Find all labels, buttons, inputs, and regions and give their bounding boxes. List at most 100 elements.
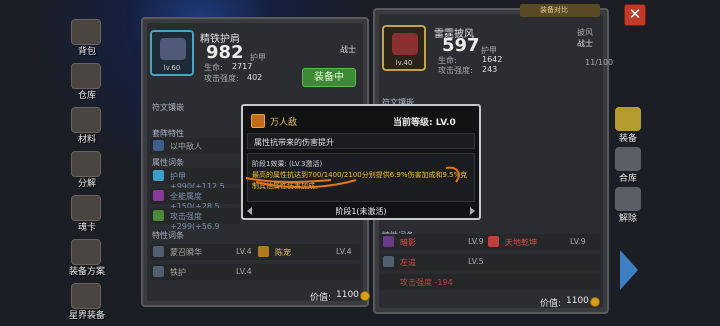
astral-equip-icon bbox=[71, 283, 101, 309]
set-name: 铁护 bbox=[170, 268, 186, 277]
set-trait-icon bbox=[153, 246, 164, 257]
next-stage-icon[interactable] bbox=[470, 207, 475, 215]
set-row: 铁护 LV.4 bbox=[150, 264, 360, 280]
set-trait-icon bbox=[153, 266, 164, 277]
unequip-icon bbox=[615, 187, 641, 211]
hp-value: 2717 bbox=[232, 62, 253, 71]
set-trait-icon bbox=[383, 236, 394, 247]
trait-title: 万人敌 bbox=[270, 118, 298, 128]
shoulder-armor-icon bbox=[160, 38, 186, 60]
bottom-stat-text: 攻击强度 -194 bbox=[400, 278, 453, 287]
trait-tooltip: 万人敌 当前等级: LV.0 属性抗带来的伤害提升 阶段1效果: (LV.3激活… bbox=[241, 104, 481, 220]
set-section-title: 特性词条 bbox=[152, 231, 184, 240]
trait-description-box: 属性抗带来的伤害提升 bbox=[247, 133, 475, 149]
price-label: 价值: bbox=[310, 293, 332, 303]
set-level: LV.4 bbox=[236, 267, 252, 276]
sidebar-item-label: 材料 bbox=[77, 135, 96, 145]
set-trait-icon bbox=[383, 256, 394, 267]
sidebar-item-decompose[interactable]: 分解 bbox=[65, 149, 109, 193]
sidebar-item-soul-card[interactable]: 魂卡 bbox=[65, 193, 109, 237]
sidebar-item-bag[interactable]: 背包 bbox=[65, 17, 109, 61]
atk-label: 攻击强度: bbox=[438, 66, 473, 75]
action-label: 装备 bbox=[618, 134, 637, 144]
sidebar-item-label: 仓库 bbox=[77, 91, 96, 101]
special-row-text: 以中敌人 bbox=[170, 142, 202, 151]
equipped-button[interactable]: 装备中 bbox=[302, 68, 356, 87]
sidebar-item-label: 星界装备 bbox=[68, 311, 105, 321]
atk-value: 402 bbox=[247, 73, 263, 82]
versatility-affix-icon bbox=[153, 190, 164, 201]
item-class: 战士 bbox=[577, 39, 593, 48]
affix-section-title: 属性词条 bbox=[152, 158, 184, 167]
close-button[interactable]: ✕ bbox=[624, 4, 646, 26]
materials-icon bbox=[71, 107, 101, 133]
sidebar-item-label: 装备方案 bbox=[68, 267, 105, 277]
hp-label: 生命: bbox=[204, 63, 223, 72]
equip-action-button[interactable]: 装备 bbox=[612, 105, 644, 149]
set-trait-icon bbox=[488, 236, 499, 247]
stage-detail-box: 阶段1效果: (LV.3激活) 最高的属性抗达到700/1400/2100分别提… bbox=[247, 153, 475, 202]
item-level: lv.40 bbox=[395, 59, 413, 67]
power-label: 护甲 bbox=[250, 53, 266, 62]
special-trait-icon bbox=[153, 140, 164, 151]
store-action-button[interactable]: 合库 bbox=[612, 145, 644, 189]
rune-section-title: 符文镶嵌 bbox=[152, 103, 184, 112]
set-row: 蒙召瞬华 LV.4 陈宠 LV.4 bbox=[150, 244, 360, 260]
affix-row: 护甲 +990(+112.5 bbox=[150, 168, 240, 191]
item-power: 982 bbox=[206, 42, 244, 63]
set-level: LV.4 bbox=[236, 247, 252, 256]
coin-icon bbox=[360, 291, 370, 301]
stage-navigator: 阶段1(未激活) bbox=[247, 206, 475, 218]
set-row: 暗影 LV.9 天地乾坤 LV.9 bbox=[380, 234, 600, 250]
affix-row: 攻击强度 +299(+56.9 bbox=[150, 208, 240, 231]
next-arrow-icon[interactable] bbox=[620, 250, 638, 290]
bag-icon bbox=[71, 19, 101, 45]
set-level: LV.5 bbox=[468, 257, 484, 266]
decompose-icon bbox=[71, 151, 101, 177]
attack-affix-icon bbox=[153, 210, 164, 221]
price-value: 1100 bbox=[566, 296, 589, 306]
stage-title: 阶段1效果: (LV.3激活) bbox=[252, 160, 323, 168]
sidebar-item-label: 分解 bbox=[77, 179, 96, 189]
item-power: 597 bbox=[442, 35, 480, 56]
trait-icon bbox=[251, 114, 265, 128]
set-name: 左追 bbox=[400, 258, 416, 267]
atk-label: 攻击强度: bbox=[204, 74, 239, 83]
set-trait-icon bbox=[258, 246, 269, 257]
action-label: 解除 bbox=[618, 214, 637, 224]
item-portrait: lv.40 bbox=[382, 25, 426, 71]
set-name: 陈宠 bbox=[275, 248, 291, 257]
price-label: 价值: bbox=[540, 299, 562, 309]
set-name: 暗影 bbox=[400, 238, 416, 247]
sidebar-item-astral-equip[interactable]: 星界装备 bbox=[65, 281, 109, 325]
current-level-label: 当前等级: bbox=[393, 118, 433, 128]
stage-nav-label: 阶段1(未激活) bbox=[335, 207, 387, 216]
affix-text: 攻击强度 +299(+56.9 bbox=[170, 212, 220, 231]
set-level: LV.9 bbox=[468, 237, 484, 246]
cloak-icon bbox=[392, 33, 418, 55]
sidebar-item-equip-plan[interactable]: 装备方案 bbox=[65, 237, 109, 281]
sidebar-item-warehouse[interactable]: 仓库 bbox=[65, 61, 109, 105]
sidebar-item-label: 魂卡 bbox=[77, 223, 96, 233]
special-row: 以中敌人 bbox=[150, 138, 240, 154]
sidebar-item-materials[interactable]: 材料 bbox=[65, 105, 109, 149]
set-level: LV.9 bbox=[570, 237, 586, 246]
item-class: 战士 bbox=[340, 45, 356, 54]
item-count: 11/100 bbox=[585, 58, 614, 67]
current-level-value: LV.0 bbox=[435, 118, 456, 128]
warehouse-icon bbox=[71, 63, 101, 89]
price-value: 1100 bbox=[336, 290, 359, 300]
trait-description: 属性抗带来的伤害提升 bbox=[254, 138, 334, 147]
sidebar-item-label: 背包 bbox=[77, 47, 96, 57]
unequip-action-button[interactable]: 解除 bbox=[612, 185, 644, 229]
armor-affix-icon bbox=[153, 170, 164, 181]
armor-icon bbox=[615, 107, 641, 131]
equip-plan-icon bbox=[71, 239, 101, 265]
coin-icon bbox=[590, 297, 600, 307]
set-row: 左追 LV.5 bbox=[380, 254, 600, 270]
set-level: LV.4 bbox=[336, 247, 352, 256]
bottom-stat-row: 攻击强度 -194 bbox=[380, 274, 600, 290]
store-icon bbox=[615, 147, 641, 171]
set-name: 蒙召瞬华 bbox=[170, 248, 202, 257]
stage-effect-text: 最高的属性抗达到700/1400/2100分别提供6.9%伤害加成和9.5%克制… bbox=[252, 171, 468, 190]
